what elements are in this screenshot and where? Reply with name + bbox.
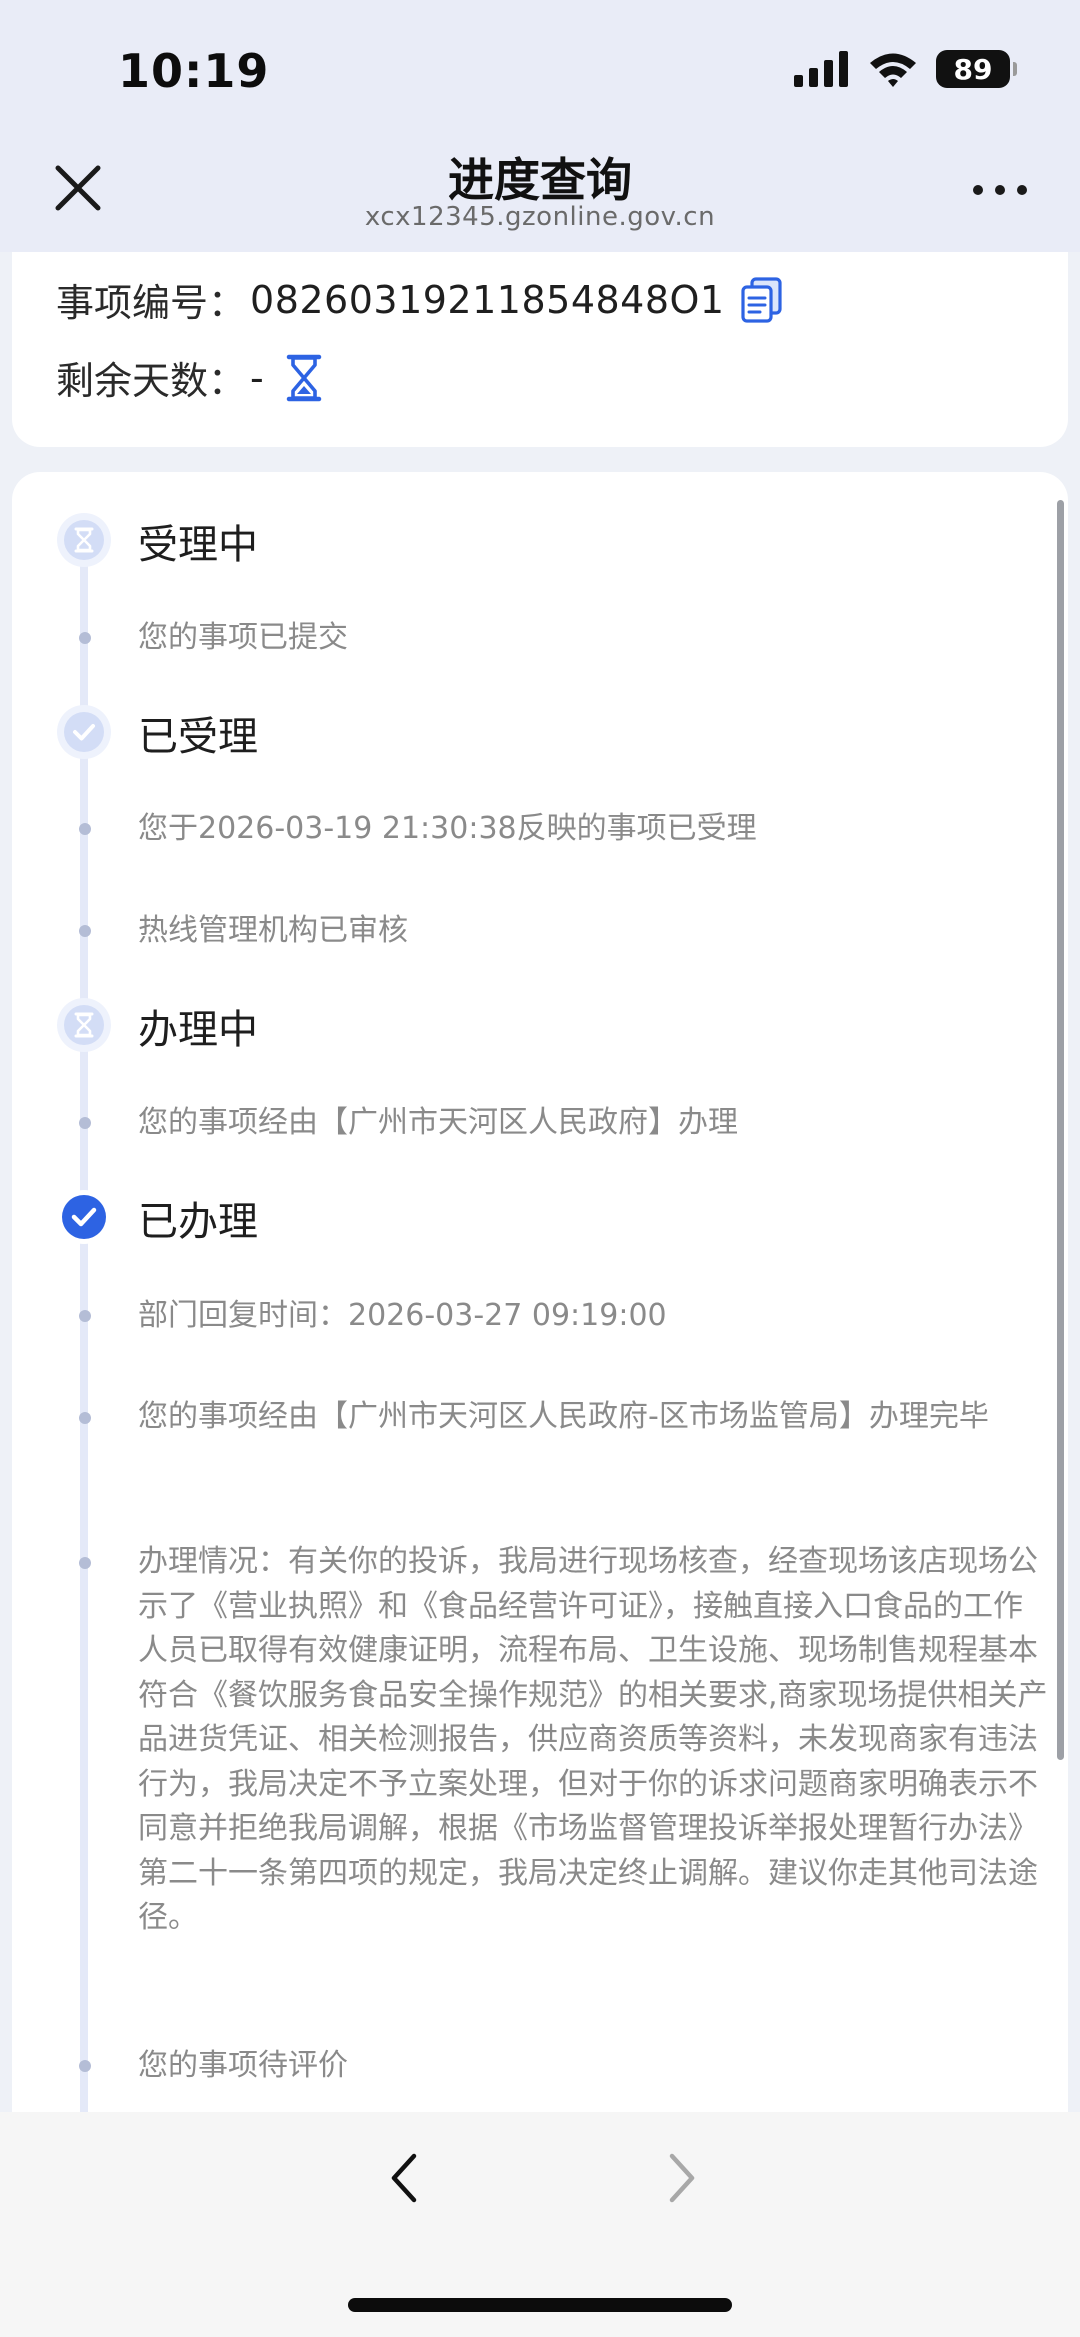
stage-title-completed: 已办理 bbox=[138, 1199, 258, 1245]
check-icon bbox=[57, 705, 111, 759]
hourglass-icon bbox=[57, 513, 111, 567]
page-url: xcx12345.gzonline.gov.cn bbox=[364, 202, 716, 232]
timeline-dot bbox=[79, 823, 91, 835]
timeline-entry: 部门回复时间：2026-03-27 09:19:00 bbox=[138, 1298, 667, 1333]
hourglass-icon bbox=[286, 354, 322, 401]
wifi-icon bbox=[870, 53, 916, 87]
back-arrow-icon[interactable] bbox=[384, 2150, 424, 2206]
case-info-card: 事项编号： 08260319211854848O1 剩余天数： - bbox=[12, 252, 1068, 447]
home-indicator[interactable] bbox=[348, 2298, 732, 2312]
case-number-label: 事项编号： bbox=[56, 281, 247, 325]
status-icons: 89 bbox=[794, 50, 1017, 88]
copy-icon[interactable] bbox=[739, 276, 785, 324]
page-title: 进度查询 bbox=[448, 153, 632, 207]
remaining-days-value: - bbox=[250, 355, 265, 400]
stage-title-accepted: 已受理 bbox=[138, 714, 258, 760]
remaining-days-label: 剩余天数： bbox=[56, 359, 247, 403]
progress-query-page: 10:19 89 进度查询 xcx12345.gzonline.gov.cn 事… bbox=[0, 0, 1080, 2337]
stage-title-processing: 办理中 bbox=[138, 1007, 258, 1053]
more-icon[interactable] bbox=[972, 180, 1028, 200]
case-number-row: 事项编号： 08260319211854848O1 bbox=[56, 272, 785, 327]
timeline-entry: 您的事项经由【广州市天河区人民政府-区市场监管局】办理完毕 bbox=[138, 1399, 989, 1434]
status-time: 10:19 bbox=[118, 44, 270, 98]
status-bar: 10:19 89 bbox=[0, 0, 1080, 140]
timeline-dot bbox=[79, 1117, 91, 1129]
timeline-entry-reply-detail: 办理情况：有关你的投诉，我局进行现场核查，经查现场该店现场公示了《营业执照》和《… bbox=[138, 1544, 1048, 1935]
timeline-dot bbox=[79, 2060, 91, 2072]
timeline-dot bbox=[79, 1310, 91, 1322]
timeline-dot bbox=[79, 925, 91, 937]
case-number-value: 08260319211854848O1 bbox=[250, 277, 725, 322]
timeline-entry: 您于2026-03-19 21:30:38反映的事项已受理 bbox=[138, 811, 757, 846]
remaining-days-row: 剩余天数： - bbox=[56, 350, 322, 405]
progress-timeline-card: 受理中 您的事项已提交 已受理 您于2026-03-19 21:30:38反映的… bbox=[12, 472, 1068, 2112]
timeline-dot bbox=[79, 1557, 91, 1569]
timeline-dot bbox=[79, 1412, 91, 1424]
timeline-dot bbox=[79, 632, 91, 644]
timeline-entry: 您的事项待评价 bbox=[138, 2048, 348, 2083]
timeline-entry: 您的事项已提交 bbox=[138, 620, 348, 655]
timeline-line bbox=[80, 542, 88, 2112]
timeline-entry: 热线管理机构已审核 bbox=[138, 913, 408, 948]
battery-icon: 89 bbox=[936, 50, 1017, 88]
hourglass-icon bbox=[57, 998, 111, 1052]
timeline-entry: 您的事项经由【广州市天河区人民政府】办理 bbox=[138, 1105, 738, 1140]
forward-arrow-icon[interactable] bbox=[662, 2150, 702, 2206]
battery-level: 89 bbox=[953, 52, 993, 86]
stage-title-accepting: 受理中 bbox=[138, 522, 258, 568]
signal-icon bbox=[794, 51, 848, 87]
check-filled-icon bbox=[57, 1190, 111, 1244]
battery-tip bbox=[1013, 62, 1017, 76]
scrollbar[interactable] bbox=[1057, 500, 1064, 1760]
